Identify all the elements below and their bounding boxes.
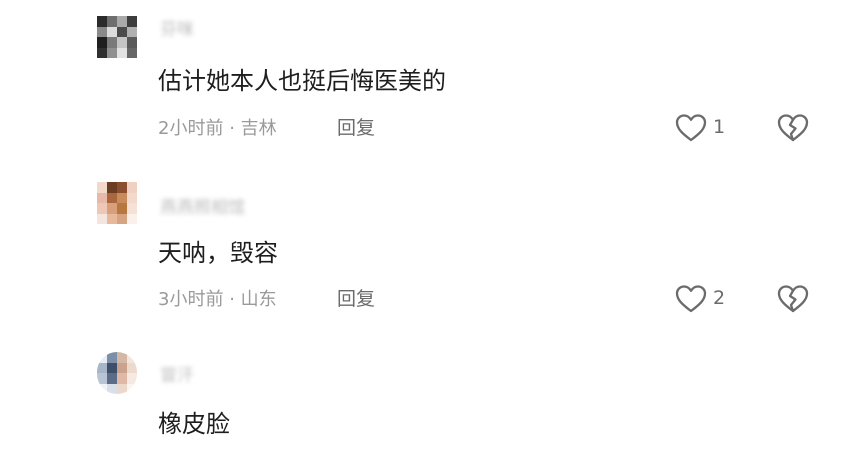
avatar-pixel [117, 383, 127, 394]
avatar-pixel [117, 352, 127, 363]
avatar-pixel [107, 352, 117, 363]
avatar-pixel [97, 352, 107, 363]
comment-item: 冒汗 橡皮脸 [0, 0, 864, 458]
avatar-pixel [127, 383, 137, 394]
avatar-pixel [117, 362, 127, 373]
avatar-pixel [97, 383, 107, 394]
username[interactable]: 冒汗 [160, 366, 194, 386]
avatar-pixel [127, 373, 137, 384]
avatar-pixel [107, 383, 117, 394]
avatar-pixel [107, 362, 117, 373]
comment-text: 橡皮脸 [158, 410, 230, 438]
avatar-pixel [107, 373, 117, 384]
comment-list: 芬咪 估计她本人也挺后悔医美的 2小时前 · 吉林 回复 1 燕燕照相馆 天呐，… [0, 0, 864, 458]
avatar[interactable] [97, 352, 137, 394]
avatar-pixel [127, 362, 137, 373]
avatar-pixel [97, 373, 107, 384]
avatar-pixel [127, 352, 137, 363]
avatar-pixel [97, 362, 107, 373]
avatar-pixel [117, 373, 127, 384]
